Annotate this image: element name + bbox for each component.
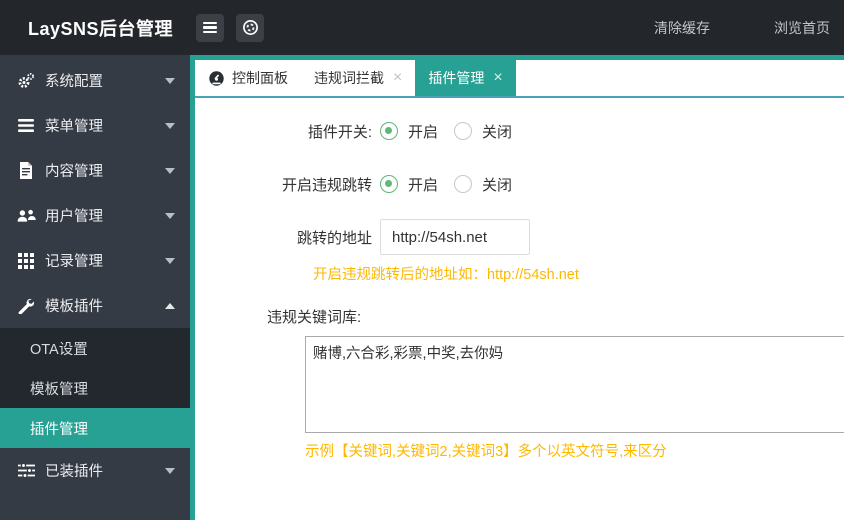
tab-plugin-management[interactable]: 插件管理 × — [415, 60, 515, 96]
chevron-down-icon — [165, 468, 175, 474]
chevron-down-icon — [165, 258, 175, 264]
hamburger-icon — [203, 19, 217, 35]
radio-label[interactable]: 关闭 — [482, 121, 512, 142]
chevron-down-icon — [165, 78, 175, 84]
sidebar-subitem-label: 模板管理 — [30, 378, 88, 399]
tab-blocked-words[interactable]: 违规词拦截 × — [301, 60, 415, 96]
browse-home-link[interactable]: 浏览首页 — [774, 18, 830, 38]
keywords-label: 违规关键词库: — [267, 306, 844, 327]
dashboard-icon — [208, 70, 225, 87]
tab-bar: 控制面板 违规词拦截 × 插件管理 × — [195, 60, 844, 98]
sidebar-subitem-template-management[interactable]: 模板管理 — [0, 368, 190, 408]
sidebar-item-content-management[interactable]: 内容管理 — [0, 148, 190, 193]
redirect-url-row: 跳转的地址 — [195, 219, 844, 255]
sidebar-item-user-management[interactable]: 用户管理 — [0, 193, 190, 238]
sidebar-item-system-config[interactable]: 系统配置 — [0, 58, 190, 103]
collapse-sidebar-button[interactable] — [196, 14, 224, 42]
chevron-down-icon — [165, 168, 175, 174]
plugin-switch-on-option[interactable]: 开启 — [380, 121, 438, 142]
close-icon[interactable]: × — [493, 70, 502, 86]
sidebar-item-menu-management[interactable]: 菜单管理 — [0, 103, 190, 148]
plugin-settings-form: 插件开关: 开启 关闭 开启违规跳转 开启 关闭 跳转的地址 — [195, 113, 844, 461]
sliders-icon — [15, 463, 37, 478]
radio-checked-icon[interactable] — [380, 122, 398, 140]
sidebar-item-label: 记录管理 — [45, 250, 103, 271]
users-icon — [15, 208, 37, 224]
life-ring-icon — [242, 19, 259, 36]
radio-label[interactable]: 开启 — [408, 174, 438, 195]
sidebar-item-label: 已装插件 — [45, 460, 103, 481]
template-plugins-submenu: OTA设置 模板管理 插件管理 — [0, 328, 190, 448]
keywords-hint: 示例【关键词,关键词2,关键词3】多个以英文符号,来区分 — [305, 440, 844, 461]
clear-cache-link[interactable]: 清除缓存 — [654, 18, 710, 38]
plugin-switch-label: 插件开关: — [195, 121, 380, 142]
radio-unchecked-icon[interactable] — [454, 175, 472, 193]
redirect-switch-label: 开启违规跳转 — [195, 174, 380, 195]
redirect-switch-row: 开启违规跳转 开启 关闭 — [195, 166, 844, 202]
radio-checked-icon[interactable] — [380, 175, 398, 193]
main-panel: 控制面板 违规词拦截 × 插件管理 × 插件开关: 开启 关闭 开启违规跳转 — [195, 55, 844, 520]
sidebar-subitem-ota-settings[interactable]: OTA设置 — [0, 328, 190, 368]
sidebar-item-label: 系统配置 — [45, 70, 103, 91]
sidebar-item-template-plugins[interactable]: 模板插件 — [0, 283, 190, 328]
redirect-url-hint: 开启违规跳转后的地址如：http://54sh.net — [313, 263, 844, 284]
sidebar-subitem-label: OTA设置 — [30, 338, 88, 359]
plugin-switch-off-option[interactable]: 关闭 — [454, 121, 512, 142]
redirect-url-label: 跳转的地址 — [195, 227, 380, 248]
tab-dashboard[interactable]: 控制面板 — [195, 60, 301, 96]
tab-label: 违规词拦截 — [314, 68, 384, 88]
app-title: LaySNS后台管理 — [0, 15, 190, 41]
sidebar-item-installed-plugins[interactable]: 已装插件 — [0, 448, 190, 493]
top-header: LaySNS后台管理 清除缓存 浏览首页 — [0, 0, 844, 55]
plugin-switch-row: 插件开关: 开启 关闭 — [195, 113, 844, 149]
radio-unchecked-icon[interactable] — [454, 122, 472, 140]
site-button[interactable] — [236, 14, 264, 42]
chevron-up-icon — [165, 303, 175, 309]
sidebar-item-label: 内容管理 — [45, 160, 103, 181]
close-icon[interactable]: × — [393, 70, 402, 86]
grid-icon — [15, 253, 37, 269]
redirect-switch-off-option[interactable]: 关闭 — [454, 174, 512, 195]
menu-list-icon — [15, 119, 37, 132]
radio-label[interactable]: 关闭 — [482, 174, 512, 195]
sidebar-item-label: 模板插件 — [45, 295, 103, 316]
redirect-url-input[interactable] — [380, 219, 530, 255]
sidebar-nav: 系统配置 菜单管理 内容管理 — [0, 55, 195, 520]
chevron-down-icon — [165, 123, 175, 129]
sidebar-item-label: 菜单管理 — [45, 115, 103, 136]
radio-label[interactable]: 开启 — [408, 121, 438, 142]
header-links: 清除缓存 浏览首页 — [654, 18, 844, 38]
sidebar-subitem-label: 插件管理 — [30, 418, 88, 439]
sidebar-item-label: 用户管理 — [45, 205, 103, 226]
redirect-switch-on-option[interactable]: 开启 — [380, 174, 438, 195]
tab-label: 控制面板 — [232, 68, 288, 88]
keywords-textarea[interactable]: 赌博,六合彩,彩票,中奖,去你妈 — [305, 336, 844, 433]
sidebar-subitem-plugin-management[interactable]: 插件管理 — [0, 408, 190, 448]
cogs-icon — [15, 72, 37, 90]
chevron-down-icon — [165, 213, 175, 219]
document-icon — [15, 162, 37, 179]
wrench-icon — [15, 298, 37, 314]
sidebar-item-record-management[interactable]: 记录管理 — [0, 238, 190, 283]
tab-label: 插件管理 — [428, 68, 484, 88]
